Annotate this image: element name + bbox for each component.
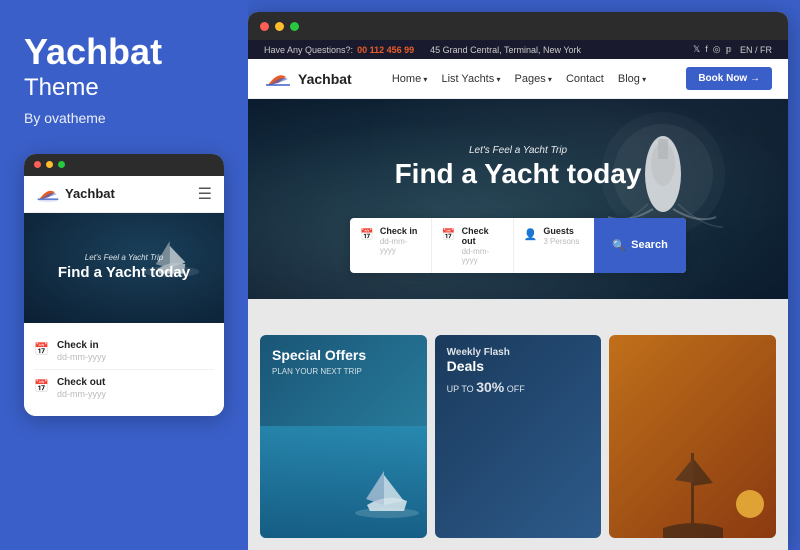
mobile-logo-icon bbox=[36, 185, 60, 203]
mobile-dot-yellow bbox=[46, 161, 53, 168]
discount-percent: 30% bbox=[476, 379, 504, 395]
mobile-checkin-field: Check in dd-mm-yyyy bbox=[57, 340, 106, 362]
mobile-form: 📅 Check in dd-mm-yyyy 📅 Check out dd-mm-… bbox=[24, 323, 224, 416]
language-selector[interactable]: EN / FR bbox=[740, 45, 772, 55]
card-weekly-deals-content: Weekly Flash Deals UP TO 30% OFF bbox=[435, 335, 602, 407]
topbar-right: 𝕏 f ◎ 𝕡 EN / FR bbox=[693, 44, 772, 55]
hero-title: Find a Yacht today bbox=[395, 159, 642, 190]
app-author-label: By ovatheme bbox=[24, 110, 224, 126]
nav-links: Home List Yachts Pages Contact Blog bbox=[392, 73, 646, 85]
hero-subtitle: Let's Feel a Yacht Trip bbox=[395, 145, 642, 156]
app-subtitle: Theme bbox=[24, 74, 224, 102]
card-special-offers: Special Offers PLAN YOUR NEXT TRIP bbox=[260, 335, 427, 538]
browser-mockup: Have Any Questions?: 00 112 456 99 45 Gr… bbox=[248, 12, 788, 550]
mast-silhouette-icon bbox=[663, 448, 723, 538]
checkin-calendar-icon: 📅 bbox=[360, 228, 374, 241]
checkout-placeholder[interactable]: dd-mm-yyyy bbox=[462, 247, 503, 265]
twitter-icon: 𝕏 bbox=[693, 44, 700, 55]
mobile-logo-text: Yachbat bbox=[65, 186, 115, 201]
mobile-chrome-bar bbox=[24, 154, 224, 176]
card-weekly-tag: UP TO 30% OFF bbox=[447, 379, 590, 395]
nav-contact[interactable]: Contact bbox=[566, 73, 604, 85]
mobile-hero-sub: Let's Feel a Yacht Trip bbox=[58, 253, 190, 262]
browser-content: Have Any Questions?: 00 112 456 99 45 Gr… bbox=[248, 40, 788, 550]
hamburger-menu[interactable]: ☰ bbox=[198, 184, 212, 204]
left-panel: Yachbat Theme By ovatheme Yachbat ☰ bbox=[0, 0, 248, 550]
browser-chrome-bar bbox=[248, 12, 788, 40]
card-weekly-pre: Weekly Flash bbox=[447, 347, 590, 358]
card-special-offers-title: Special Offers bbox=[272, 347, 415, 364]
topbar-address: 45 Grand Central, Terminal, New York bbox=[430, 45, 581, 55]
card-special-offers-content: Special Offers PLAN YOUR NEXT TRIP bbox=[260, 335, 427, 388]
checkout-field: 📅 Check out dd-mm-yyyy bbox=[432, 218, 514, 273]
mobile-checkout-field: Check out dd-mm-yyyy bbox=[57, 377, 106, 399]
site-hero: Let's Feel a Yacht Trip Find a Yacht tod… bbox=[248, 99, 788, 299]
up-to-label: UP TO bbox=[447, 384, 477, 394]
mobile-checkout-row: 📅 Check out dd-mm-yyyy bbox=[34, 370, 214, 406]
site-nav: Yachbat Home List Yachts Pages Contact B… bbox=[248, 59, 788, 99]
topbar-left: Have Any Questions?: 00 112 456 99 45 Gr… bbox=[264, 45, 581, 55]
mobile-checkout-label: Check out bbox=[57, 377, 106, 388]
off-label: OFF bbox=[504, 384, 525, 394]
mobile-logo: Yachbat bbox=[36, 185, 115, 203]
checkout-calendar-icon: 📅 bbox=[442, 228, 456, 241]
mobile-nav: Yachbat ☰ bbox=[24, 176, 224, 213]
topbar-prefix: Have Any Questions?: bbox=[264, 45, 353, 55]
card-sunset bbox=[609, 335, 776, 538]
checkin-field: 📅 Check in dd-mm-yyyy bbox=[350, 218, 432, 273]
card-weekly-title: Deals bbox=[447, 358, 590, 375]
facebook-icon: f bbox=[705, 44, 708, 55]
mobile-hero-text: Let's Feel a Yacht Trip Find a Yacht tod… bbox=[58, 253, 190, 281]
book-now-button[interactable]: Book Now bbox=[686, 67, 772, 90]
mobile-hero-title: Find a Yacht today bbox=[58, 264, 190, 281]
guests-label: Guests bbox=[543, 226, 579, 236]
calendar-out-icon: 📅 bbox=[34, 379, 49, 393]
social-icons: 𝕏 f ◎ 𝕡 bbox=[693, 44, 732, 55]
mobile-checkin-placeholder: dd-mm-yyyy bbox=[57, 352, 106, 362]
site-cards: Special Offers PLAN YOUR NEXT TRIP Weekl… bbox=[248, 299, 788, 550]
checkin-placeholder[interactable]: dd-mm-yyyy bbox=[380, 237, 421, 255]
guests-field: 👤 Guests 3 Persons bbox=[514, 218, 595, 273]
topbar-phone: 00 112 456 99 bbox=[357, 45, 414, 55]
mobile-dot-red bbox=[34, 161, 41, 168]
checkout-label: Check out bbox=[462, 226, 503, 246]
sunset-circle bbox=[736, 490, 764, 518]
browser-dot-yellow bbox=[275, 22, 284, 31]
calendar-icon: 📅 bbox=[34, 342, 49, 356]
search-label: Search bbox=[631, 239, 668, 251]
mobile-dot-green bbox=[58, 161, 65, 168]
guests-placeholder[interactable]: 3 Persons bbox=[543, 237, 579, 246]
pinterest-icon: 𝕡 bbox=[726, 44, 732, 55]
site-topbar: Have Any Questions?: 00 112 456 99 45 Gr… bbox=[248, 40, 788, 59]
nav-blog[interactable]: Blog bbox=[618, 73, 646, 85]
nav-home[interactable]: Home bbox=[392, 73, 428, 85]
search-button[interactable]: 🔍 Search bbox=[594, 218, 685, 273]
card-yacht-icon bbox=[352, 463, 422, 518]
site-logo-text: Yachbat bbox=[298, 71, 352, 87]
nav-list-yachts[interactable]: List Yachts bbox=[441, 73, 500, 85]
mobile-mockup: Yachbat ☰ Let's Feel a Yacht Trip Find a… bbox=[24, 154, 224, 416]
search-bar: 📅 Check in dd-mm-yyyy 📅 Check out dd-mm-… bbox=[350, 218, 686, 273]
mobile-checkin-row: 📅 Check in dd-mm-yyyy bbox=[34, 333, 214, 370]
checkin-label: Check in bbox=[380, 226, 421, 236]
mobile-hero: Let's Feel a Yacht Trip Find a Yacht tod… bbox=[24, 213, 224, 323]
site-logo-icon bbox=[264, 69, 292, 89]
site-logo: Yachbat bbox=[264, 69, 352, 89]
browser-dot-red bbox=[260, 22, 269, 31]
instagram-icon: ◎ bbox=[713, 44, 721, 55]
card-special-offers-subtitle: PLAN YOUR NEXT TRIP bbox=[272, 367, 415, 376]
browser-dot-green bbox=[290, 22, 299, 31]
search-icon: 🔍 bbox=[612, 239, 626, 252]
card-weekly-deals: Weekly Flash Deals UP TO 30% OFF bbox=[435, 335, 602, 538]
mobile-checkin-label: Check in bbox=[57, 340, 106, 351]
nav-pages[interactable]: Pages bbox=[515, 73, 552, 85]
hero-text: Let's Feel a Yacht Trip Find a Yacht tod… bbox=[395, 145, 642, 190]
mobile-checkout-placeholder: dd-mm-yyyy bbox=[57, 389, 106, 399]
app-title: Yachbat bbox=[24, 32, 224, 72]
guests-icon: 👤 bbox=[524, 228, 538, 241]
